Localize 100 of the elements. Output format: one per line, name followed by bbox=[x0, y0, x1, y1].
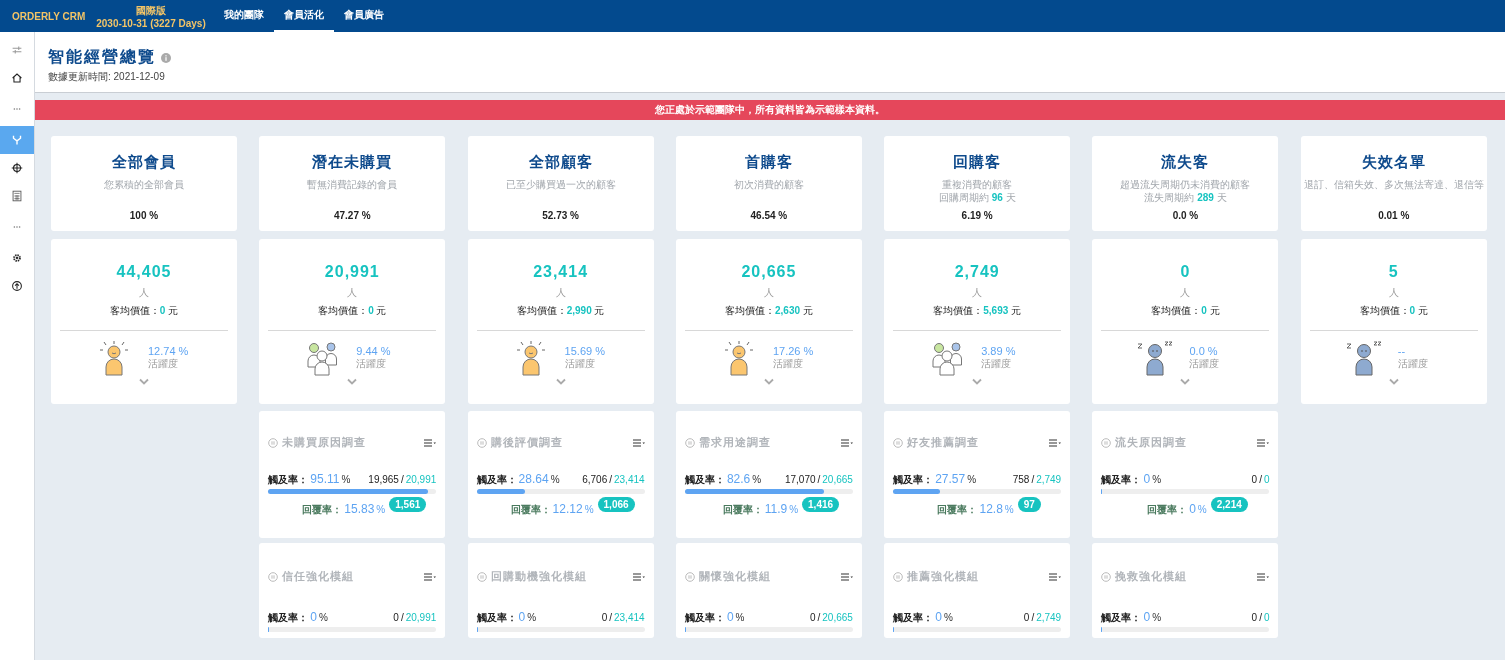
count-separator: / bbox=[1031, 474, 1035, 485]
count-separator: / bbox=[609, 612, 612, 623]
nav-tab[interactable]: 會員廣告 bbox=[334, 0, 394, 32]
count-separator: / bbox=[400, 474, 404, 485]
reply-count-badge: 1,066 bbox=[597, 497, 635, 512]
survey-title: 購後評價調查 bbox=[490, 435, 564, 450]
reply-count-badge: 2,214 bbox=[1210, 497, 1248, 512]
member-count: 5 bbox=[1388, 263, 1399, 281]
chevron-down-icon[interactable] bbox=[763, 378, 774, 385]
share-percent: 6.19 % bbox=[961, 210, 993, 221]
total-count: 0 bbox=[1263, 612, 1270, 623]
survey-title: 關懷強化模組 bbox=[698, 569, 772, 584]
pause-icon bbox=[268, 437, 279, 448]
chevron-down-icon[interactable] bbox=[139, 378, 149, 385]
count-separator: / bbox=[817, 474, 821, 485]
reply-label: 回覆率： bbox=[302, 503, 343, 517]
percent-unit: % bbox=[735, 612, 745, 623]
reach-rate: 95.11 bbox=[310, 472, 340, 486]
menu-icon[interactable] bbox=[424, 572, 437, 581]
segment-description: 您累積的全部會員 bbox=[104, 178, 184, 191]
edition-label: 國際版 bbox=[136, 3, 166, 18]
reply-label: 回覆率： bbox=[722, 503, 763, 517]
percent-unit: % bbox=[319, 612, 328, 623]
pause-icon bbox=[268, 571, 279, 582]
menu-icon[interactable] bbox=[840, 572, 853, 581]
reach-rate: 28.64 bbox=[518, 472, 549, 486]
chevron-down-icon[interactable] bbox=[1180, 378, 1191, 385]
percent-unit: % bbox=[967, 474, 977, 485]
activity-label: 活躍度 bbox=[1397, 357, 1429, 371]
total-count: 2,749 bbox=[1036, 612, 1062, 623]
reply-rate: 12.12 bbox=[552, 502, 583, 516]
app-logo: ORDERLY CRM bbox=[12, 10, 87, 22]
reach-label: 觸及率： bbox=[893, 611, 934, 625]
chevron-down-icon[interactable] bbox=[1388, 378, 1399, 385]
segment-title: 失效名單 bbox=[1361, 153, 1426, 172]
percent-unit: % bbox=[1152, 612, 1162, 623]
segment-description: 超過流失周期仍未消費的顧客 bbox=[1120, 178, 1251, 191]
pause-icon bbox=[893, 437, 904, 448]
reach-label: 觸及率： bbox=[268, 473, 309, 487]
chevron-down-icon[interactable] bbox=[347, 378, 358, 385]
info-icon[interactable] bbox=[161, 52, 171, 63]
chevron-down-icon[interactable] bbox=[972, 378, 983, 385]
percent-unit: % bbox=[584, 504, 594, 515]
count-unit: 人 bbox=[139, 286, 149, 300]
reached-count: 19,965 bbox=[368, 474, 399, 485]
share-percent: 46.54 % bbox=[750, 210, 788, 221]
share-percent: 52.73 % bbox=[542, 210, 579, 221]
reach-label: 觸及率： bbox=[684, 611, 725, 625]
reach-label: 觸及率： bbox=[476, 473, 517, 487]
menu-icon[interactable] bbox=[632, 438, 645, 447]
average-value: 客均價值：5,693 元 bbox=[933, 304, 1022, 318]
percent-unit: % bbox=[550, 474, 560, 485]
percent-unit: % bbox=[1197, 504, 1207, 515]
menu-icon[interactable] bbox=[840, 438, 853, 447]
member-count: 0 bbox=[1180, 263, 1191, 281]
branch-icon bbox=[10, 133, 24, 147]
page-title: 智能經營總覽 bbox=[48, 47, 156, 67]
average-value: 客均價值：0 元 bbox=[1359, 304, 1428, 318]
survey-title: 信任強化模組 bbox=[282, 569, 356, 584]
count-separator: / bbox=[1259, 612, 1262, 623]
pause-icon bbox=[684, 437, 695, 448]
reply-label: 回覆率： bbox=[1147, 503, 1188, 517]
reach-rate: 82.6 bbox=[726, 472, 751, 486]
pause-icon bbox=[1101, 437, 1112, 448]
menu-icon[interactable] bbox=[1049, 438, 1062, 447]
pause-icon bbox=[684, 571, 695, 582]
total-count: 23,414 bbox=[614, 474, 645, 485]
reach-label: 觸及率： bbox=[893, 473, 934, 487]
reached-count: 0 bbox=[601, 612, 608, 623]
nav-tab[interactable]: 我的團隊 bbox=[214, 0, 274, 32]
member-count: 44,405 bbox=[116, 263, 172, 281]
reached-count: 0 bbox=[809, 612, 816, 623]
menu-icon[interactable] bbox=[1257, 438, 1270, 447]
menu-icon[interactable] bbox=[424, 438, 437, 447]
reached-count: 6,706 bbox=[582, 474, 608, 485]
chevron-down-icon[interactable] bbox=[555, 378, 566, 385]
share-percent: 47.27 % bbox=[333, 210, 371, 221]
menu-icon[interactable] bbox=[632, 572, 645, 581]
survey-title: 好友推薦調查 bbox=[907, 435, 981, 450]
menu-icon[interactable] bbox=[1049, 572, 1062, 581]
member-count: 20,991 bbox=[324, 263, 380, 281]
segment-title: 流失客 bbox=[1161, 153, 1210, 172]
update-time: 數據更新時間: 2021-12-09 bbox=[48, 70, 166, 84]
reach-label: 觸及率： bbox=[684, 473, 725, 487]
reached-count: 0 bbox=[393, 612, 399, 623]
activity-label: 活躍度 bbox=[981, 357, 1013, 371]
activity-percent: -- bbox=[1397, 345, 1407, 357]
reach-rate: 27.57 bbox=[935, 472, 966, 486]
reach-rate: 0 bbox=[935, 610, 942, 624]
reached-count: 0 bbox=[1251, 612, 1258, 623]
reached-count: 17,070 bbox=[784, 474, 816, 485]
menu-icon[interactable] bbox=[1257, 572, 1270, 581]
reply-rate: 0 bbox=[1189, 502, 1196, 516]
total-count: 20,665 bbox=[822, 474, 853, 485]
activity-percent: 17.26 % bbox=[772, 345, 815, 357]
total-count: 20,991 bbox=[405, 612, 437, 623]
demo-banner: 您正處於示範團隊中，所有資料皆為示範樣本資料。 bbox=[35, 100, 1505, 120]
share-percent: 0.01 % bbox=[1378, 210, 1410, 221]
activity-percent: 15.69 % bbox=[564, 345, 606, 357]
survey-title: 挽救強化模組 bbox=[1115, 569, 1189, 584]
